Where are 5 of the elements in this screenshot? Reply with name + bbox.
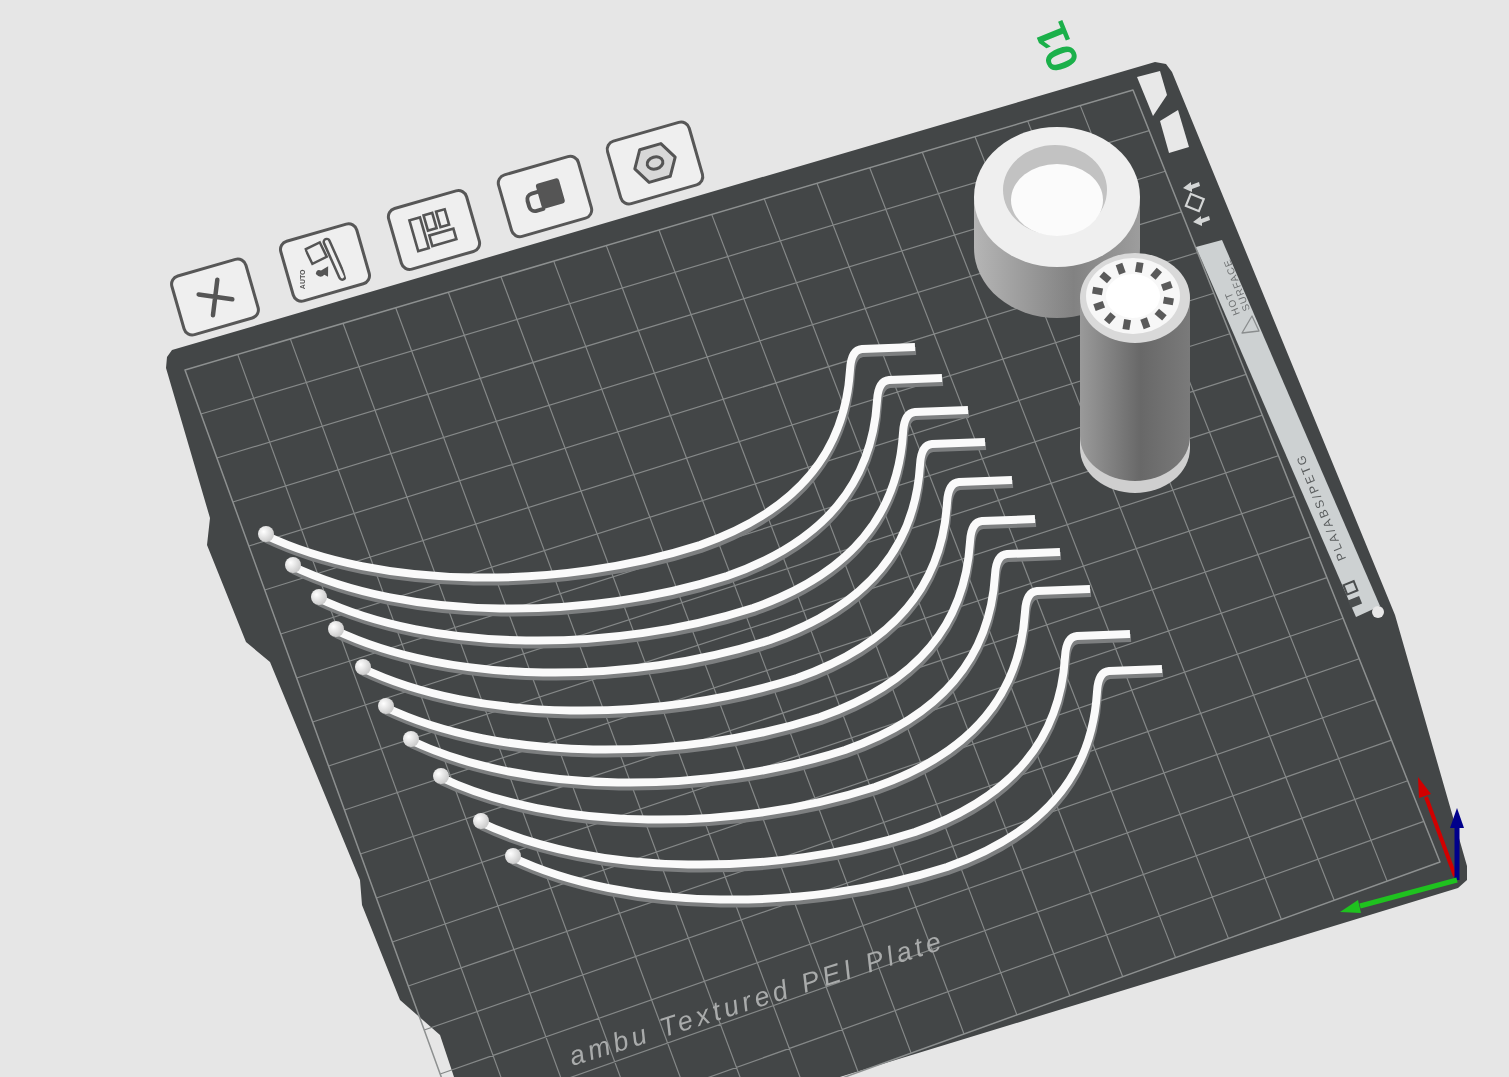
warning-icon	[1241, 315, 1260, 334]
block-logo-icon	[1342, 579, 1363, 608]
arrows-square-icon	[1183, 182, 1210, 226]
plate-number: 01	[1027, 16, 1087, 78]
axes-icon	[1340, 777, 1464, 913]
